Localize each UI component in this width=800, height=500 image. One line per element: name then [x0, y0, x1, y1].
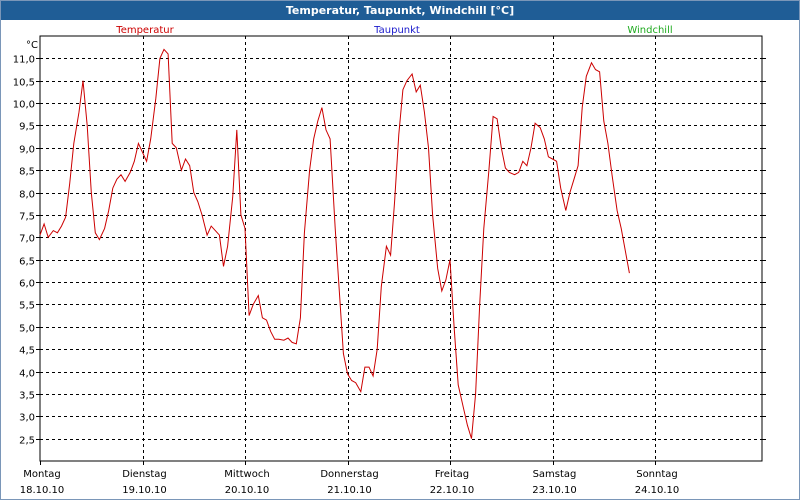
series	[39, 48, 630, 439]
y-tick-label: 11,0	[13, 55, 35, 66]
y-tick-label: 5,0	[19, 324, 35, 335]
grid	[40, 36, 762, 461]
y-tick-label: 8,0	[19, 190, 35, 201]
legend-taupunkt: Taupunkt	[373, 25, 420, 36]
legend-temperatur: Temperatur	[115, 25, 174, 36]
y-tick-label: 3,5	[19, 391, 35, 402]
x-tick-label-date: 23.10.10	[532, 485, 577, 496]
x-tick-label-date: 18.10.10	[20, 485, 65, 496]
y-tick-label: 3,0	[19, 413, 35, 424]
y-tick-label: 9,5	[19, 122, 35, 133]
y-tick-label: 4,0	[19, 369, 35, 380]
x-tick-label-date: 21.10.10	[327, 485, 372, 496]
x-tick-label-day: Mittwoch	[224, 469, 269, 480]
x-tick-label-day: Freitag	[435, 469, 469, 480]
y-tick-label: 6,0	[19, 279, 35, 290]
chart-area: 2,5 3,0 3,5 4,0 4,5 5,0 5,5 6,0 6,5 7,0 7,5 8,0 8,5 9…	[13, 25, 766, 496]
y-tick-label: 10,0	[13, 100, 35, 111]
series-temperatur-line	[39, 48, 630, 439]
x-tick-label-day: Montag	[23, 469, 60, 480]
x-tick-label-day: Sonntag	[636, 469, 678, 480]
x-tick-label-date: 20.10.10	[225, 485, 270, 496]
y-axis-label: °C	[26, 40, 38, 51]
y-tick-label: 7,5	[19, 212, 35, 223]
y-tick-label: 4,5	[19, 346, 35, 357]
x-tick-label-date: 19.10.10	[122, 485, 167, 496]
y-tick-label: 9,0	[19, 145, 35, 156]
x-tick-label-day: Samstag	[533, 469, 577, 480]
y-tick-label: 5,5	[19, 301, 35, 312]
y-tick-label: 8,5	[19, 167, 35, 178]
x-tick-label-day: Donnerstag	[320, 469, 378, 480]
legend-windchill: Windchill	[627, 25, 672, 36]
y-tick-label: 6,5	[19, 257, 35, 268]
plot-border	[39, 35, 763, 462]
y-tick-label: 10,5	[13, 78, 35, 89]
x-tick-label-day: Dienstag	[122, 469, 167, 480]
x-tick-label-date: 22.10.10	[430, 485, 475, 496]
axes	[36, 35, 766, 465]
x-tick-label-date: 24.10.10	[635, 485, 680, 496]
y-tick-label: 7,0	[19, 234, 35, 245]
y-tick-label: 2,5	[19, 436, 35, 447]
